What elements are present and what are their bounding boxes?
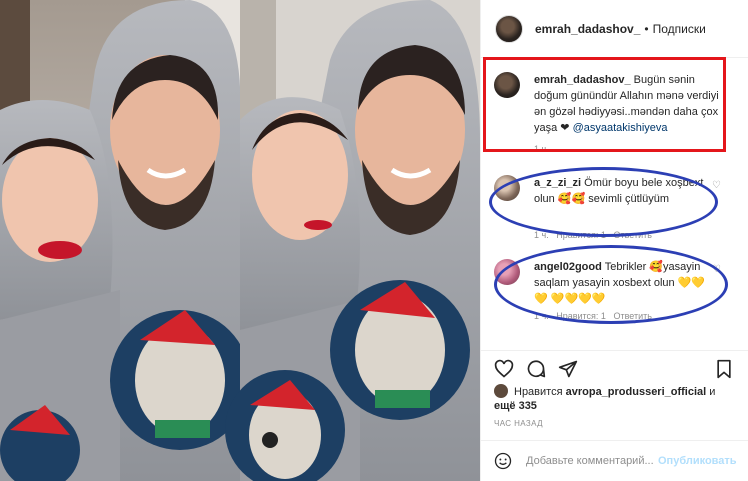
couple-photo-image: [0, 0, 480, 481]
comment-highlight-ellipse: [489, 167, 718, 237]
likes-suffix: и: [706, 386, 716, 398]
bookmark-icon[interactable]: [714, 359, 734, 379]
post-header: emrah_dadashov_ • Подписки: [481, 0, 748, 58]
likes-more-count[interactable]: ещё 335: [494, 400, 537, 412]
comment-like-heart-icon[interactable]: ♡: [712, 180, 721, 191]
comment-highlight-ellipse: [494, 245, 728, 324]
comment-input[interactable]: Добавьте комментарий...: [526, 455, 654, 467]
author-avatar[interactable]: [495, 14, 523, 43]
likes-prefix: Нравится: [514, 386, 566, 398]
share-icon[interactable]: [558, 359, 578, 379]
following-button[interactable]: Подписки: [653, 22, 706, 36]
author-username[interactable]: emrah_dadashov_: [535, 22, 640, 36]
liker-avatar[interactable]: [494, 384, 508, 398]
post-actions-bar: [480, 350, 748, 380]
liker-username[interactable]: avropa_produsseri_official: [566, 386, 707, 398]
separator-dot: •: [644, 21, 649, 36]
comment-icon[interactable]: [526, 359, 546, 379]
publish-button[interactable]: Опубликовать: [658, 455, 737, 467]
caption-highlight-box: [483, 57, 726, 152]
likes-summary: Нравится avropa_produsseri_official и ещ…: [494, 384, 744, 413]
post-photo: [0, 0, 480, 481]
heart-icon[interactable]: [494, 359, 514, 379]
post-timestamp[interactable]: ЧАС НАЗАД: [494, 419, 543, 428]
add-comment-bar: Добавьте комментарий... Опубликовать: [480, 440, 748, 481]
emoji-icon[interactable]: [494, 452, 512, 470]
